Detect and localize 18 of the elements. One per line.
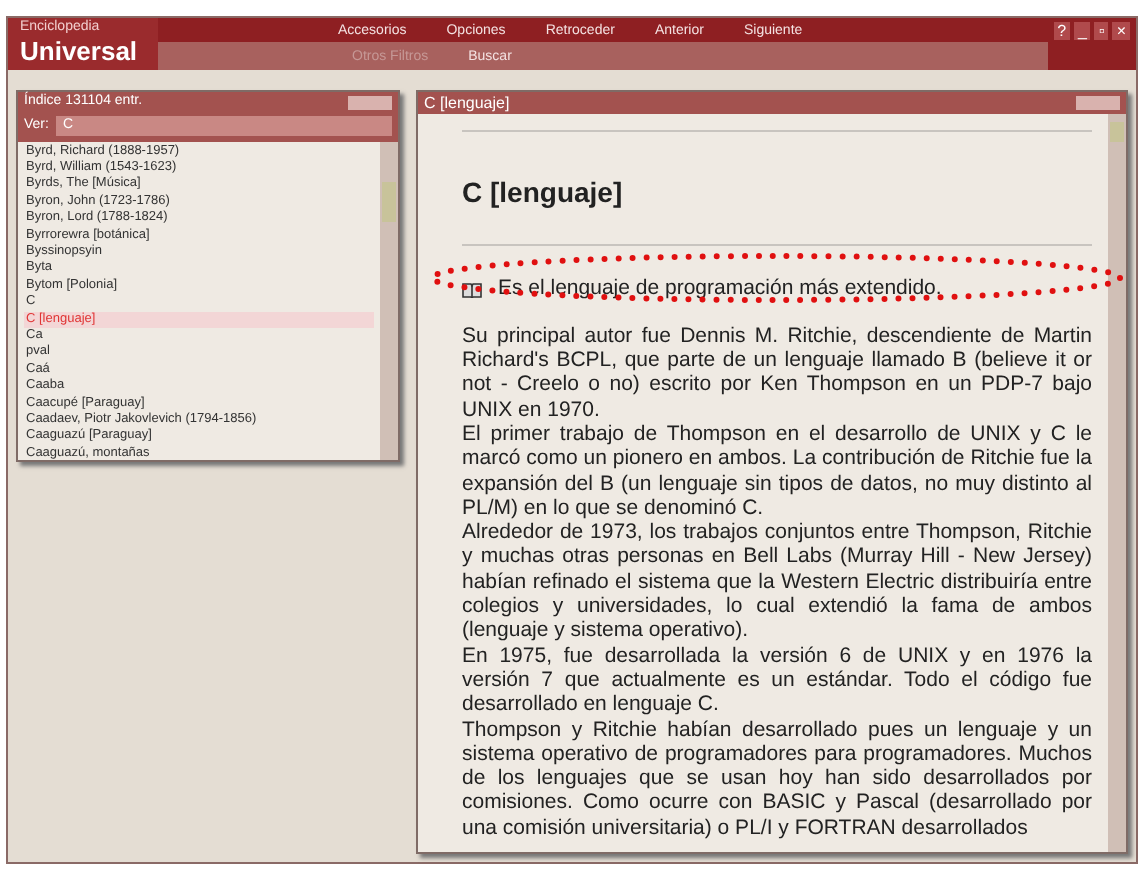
- window-control-button[interactable]: ?: [1053, 22, 1071, 40]
- article-paragraph: El primer trabajo de Thompson en el desarrollo de UNIX y C le marcó como un pionero en ambos. La contribución de Ritchie fue la expansión del B (un lenguaje sin tipos de datos, no muy distinto al PL/M) en lo que se denominó C.: [462, 421, 1092, 521]
- window-control-button[interactable]: _: [1074, 22, 1091, 40]
- app-title: Universal: [20, 36, 140, 66]
- scroll-thumb[interactable]: [1110, 122, 1124, 142]
- article-heading: C [lenguaje]: [462, 174, 625, 212]
- scrollbar[interactable]: [380, 141, 398, 460]
- article-paragraph: Alrededor de 1973, los trabajos conjuntos entre Thompson, Ritchie y muchas otras personas en Bell Labs (Murray Hill - New Jersey) habían refinado el sistema que la Western Electric distribuiría entre colegios y universidades, lo cual extendió la fama de ambos (lenguaje y sistema operativo).: [462, 520, 1092, 644]
- panel-button[interactable]: [348, 96, 392, 110]
- window-control-button[interactable]: ▫: [1094, 22, 1109, 40]
- scroll-thumb[interactable]: [382, 181, 396, 221]
- panel-controls[interactable]: [1076, 96, 1120, 110]
- article-paragraph: Thompson y Ritchie habían desarrollado pues un lenguaje y un sistema operativo de programadores para programadores. Muchos de los lenguajes que se usan hoy han sido desarrollados por comisiones. Como ocurre con BASIC y Pascal (desarrollado por una comisión universitaria) o PL/I y FORTRAN desarrollados: [462, 717, 1092, 840]
- article-paragraph: En 1975, fue desarrollada la versión 6 de UNIX y en 1976 la versión 7 que actualmente es un estándar. Todo el código fue desarrollado en lenguaje C.: [462, 643, 1092, 717]
- article-paragraph: Su principal autor fue Dennis M. Ritchie, descendiente de Martin Richard's BCPL, que parte de un lenguaje llamado B (believe it or not - Creelo o no) escrito por Ken Thompson en un PDP-7 bajo UNIX en 1970.: [462, 323, 1092, 422]
- window-control-button[interactable]: ×: [1112, 22, 1130, 40]
- panel-title: C [lenguaje]: [424, 91, 510, 115]
- scrollbar[interactable]: [1108, 114, 1126, 852]
